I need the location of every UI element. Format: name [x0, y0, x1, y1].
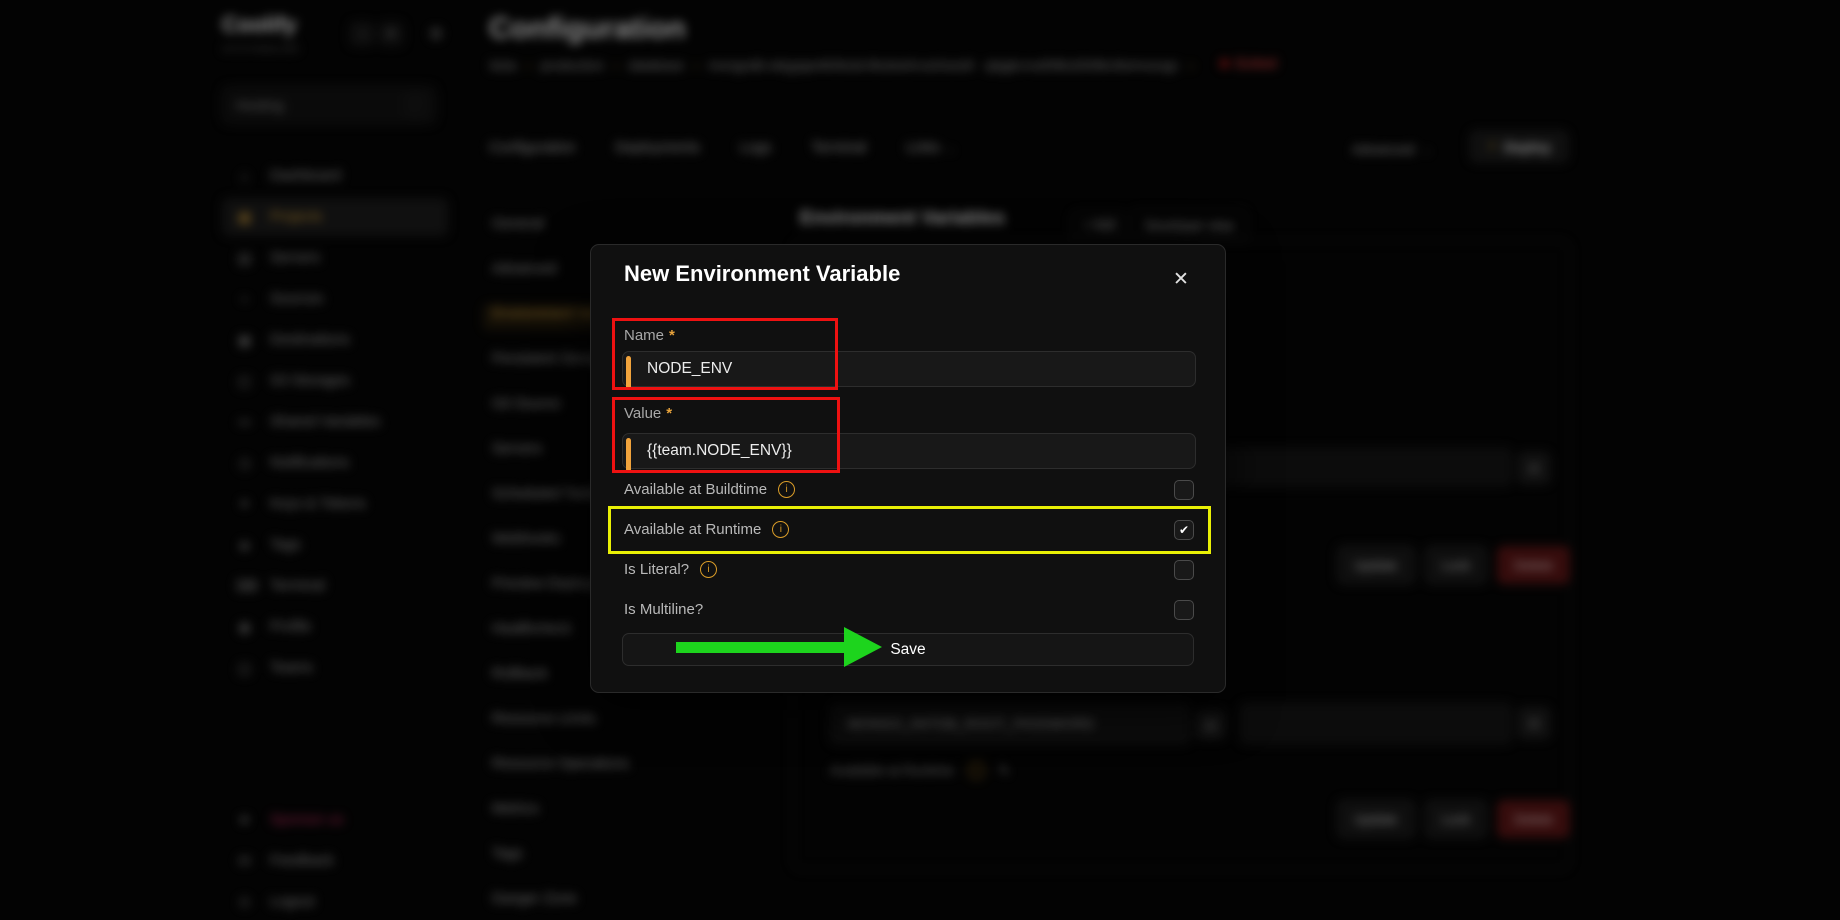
input-accent-bar — [626, 356, 631, 390]
value-field[interactable]: {{team.NODE_ENV}} — [622, 433, 1196, 469]
name-field-value: NODE_ENV — [647, 352, 732, 385]
checkmark-icon: ✔ — [1179, 524, 1189, 536]
annotation-green-arrow — [676, 642, 844, 653]
toggle-available-at-buildtime: Available at Buildtime i — [624, 477, 1194, 501]
value-field-value: {{team.NODE_ENV}} — [647, 434, 792, 467]
coolify-app: Coolify ◔ ✦ ⚙ v4.0.0-beta.420 Hosting / … — [0, 0, 1840, 920]
checkbox[interactable]: ✔ — [1174, 520, 1194, 540]
annotation-green-arrow-head — [844, 627, 882, 667]
toggle-label: Is Literal? — [624, 561, 689, 578]
checkbox[interactable] — [1174, 560, 1194, 580]
required-asterisk: * — [666, 405, 672, 422]
toggle-label: Is Multiline? — [624, 601, 703, 618]
toggle-label: Available at Runtime — [624, 521, 761, 538]
modal-title: New Environment Variable — [624, 261, 900, 287]
toggle-available-at-runtime: Available at Runtime i ✔ — [624, 517, 1194, 541]
toggle-label: Available at Buildtime — [624, 481, 767, 498]
info-icon: i — [778, 481, 795, 498]
toggle-is-literal: Is Literal? i — [624, 557, 1194, 581]
required-asterisk: * — [669, 327, 675, 344]
input-accent-bar — [626, 438, 631, 472]
new-env-variable-modal: New Environment Variable ✕ Name* NODE_EN… — [590, 244, 1226, 693]
value-field-label: Value* — [624, 405, 672, 422]
close-icon[interactable]: ✕ — [1169, 267, 1193, 291]
name-field[interactable]: NODE_ENV — [622, 351, 1196, 387]
toggle-is-multiline: Is Multiline? — [624, 597, 1194, 621]
info-icon: i — [772, 521, 789, 538]
info-icon: i — [700, 561, 717, 578]
checkbox[interactable] — [1174, 600, 1194, 620]
checkbox[interactable] — [1174, 480, 1194, 500]
modal-toggles: Available at Buildtime i Available at Ru… — [624, 477, 1194, 637]
name-field-label: Name* — [624, 327, 675, 344]
